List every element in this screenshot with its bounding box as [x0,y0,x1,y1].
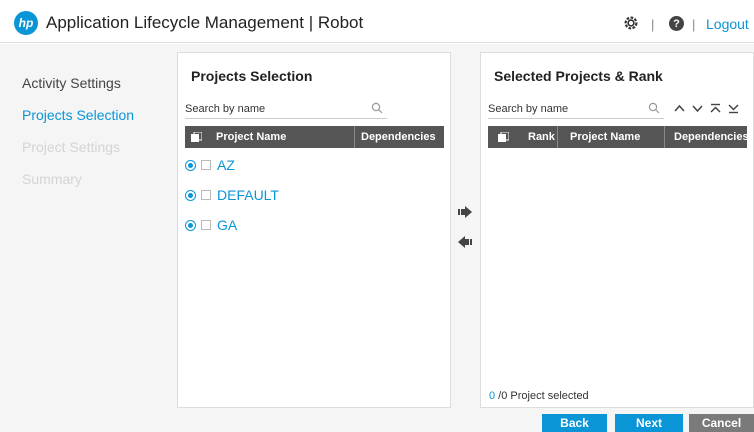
expand-icon[interactable] [185,159,196,171]
header-separator: | [692,17,696,32]
chevron-down-icon[interactable] [692,103,703,114]
projects-table-header: Project Name Dependencies [185,126,444,148]
row-checkbox[interactable] [201,220,211,230]
header-separator: | [651,17,655,32]
project-name[interactable]: GA [217,217,237,233]
selected-search-input[interactable] [488,99,664,119]
help-icon[interactable]: ? [669,16,684,31]
panel-title: Projects Selection [191,68,313,84]
search-icon[interactable] [371,102,383,114]
selected-table-header: Rank Project Name Dependencies [488,126,749,148]
hp-logo: hp [14,11,38,35]
wizard-steps-nav: Activity Settings Projects Selection Pro… [0,44,169,432]
project-search-input[interactable] [185,99,387,119]
selected-search[interactable] [488,99,664,119]
app-title: Application Lifecycle Management | Robot [46,13,364,32]
project-row[interactable]: AZ [185,156,235,174]
project-name[interactable]: AZ [217,157,235,173]
project-search[interactable] [185,99,387,119]
project-name[interactable]: DEFAULT [217,187,279,203]
selected-count-text: /0 Project selected [495,390,589,402]
back-button[interactable]: Back [542,414,607,432]
top-bar: hp Application Lifecycle Management | Ro… [0,0,754,43]
gear-icon[interactable] [622,14,640,32]
nav-item-project-settings: Project Settings [22,139,121,155]
move-to-top-icon[interactable] [710,103,721,114]
expand-icon[interactable] [185,189,196,201]
cancel-button[interactable]: Cancel [689,414,754,432]
column-dependencies[interactable]: Dependencies [674,126,749,148]
move-left-arrow-icon[interactable] [458,236,472,248]
row-checkbox[interactable] [201,160,211,170]
move-right-arrow-icon[interactable] [458,206,472,218]
select-all-icon[interactable] [498,132,509,142]
column-project-name[interactable]: Project Name [216,126,286,148]
column-dependencies[interactable]: Dependencies [361,126,436,148]
nav-item-summary: Summary [22,171,82,187]
expand-icon[interactable] [185,219,196,231]
row-checkbox[interactable] [201,190,211,200]
search-icon[interactable] [648,102,660,114]
nav-item-projects-selection[interactable]: Projects Selection [22,107,134,123]
panel-title: Selected Projects & Rank [494,68,663,84]
projects-selection-panel: Projects Selection Project Name Dependen… [177,52,451,408]
logout-link[interactable]: Logout [706,16,749,32]
column-project-name[interactable]: Project Name [570,126,640,148]
next-button[interactable]: Next [615,414,683,432]
project-row[interactable]: GA [185,216,237,234]
selected-count: 0 /0 Project selected [489,390,589,402]
move-to-bottom-icon[interactable] [728,103,739,114]
chevron-up-icon[interactable] [674,103,685,114]
project-row[interactable]: DEFAULT [185,186,279,204]
main-content: Projects Selection Project Name Dependen… [169,44,754,432]
selected-projects-panel: Selected Projects & Rank R [480,52,754,408]
column-rank[interactable]: Rank [528,126,555,148]
nav-item-activity-settings[interactable]: Activity Settings [22,75,121,91]
select-all-icon[interactable] [191,132,202,142]
